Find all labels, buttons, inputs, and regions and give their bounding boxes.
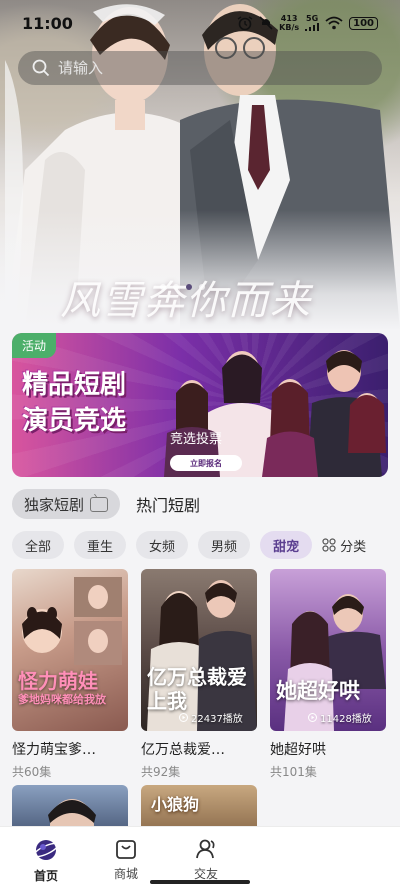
nav-home[interactable]: 首页 xyxy=(6,827,86,889)
carousel-dot-active[interactable] xyxy=(186,284,192,290)
battery-indicator: 100 xyxy=(349,16,378,30)
carousel-dots[interactable] xyxy=(160,284,205,290)
drama-poster[interactable]: 亿万总裁爱上我 22437播放 xyxy=(141,569,257,731)
play-icon xyxy=(308,713,317,722)
section-tabs: 独家短剧 热门短剧 xyxy=(12,489,200,519)
drama-title[interactable]: 她超好哄 xyxy=(270,739,386,759)
filter-chip-female[interactable]: 女频 xyxy=(136,531,189,559)
tab-hot[interactable]: 热门短剧 xyxy=(136,492,200,516)
search-icon xyxy=(32,59,50,77)
search-input[interactable] xyxy=(58,59,358,77)
play-count: 11428播放 xyxy=(308,710,372,725)
tv-icon xyxy=(90,496,109,512)
home-indicator[interactable] xyxy=(150,880,250,884)
filter-chip-male[interactable]: 男频 xyxy=(198,531,251,559)
promo-banner[interactable]: 活动 精品短剧 演员竞选 竞选投票 立即报名 xyxy=(12,333,388,477)
signal-indicator: 5G xyxy=(305,14,320,33)
play-count: 22437播放 xyxy=(179,710,243,725)
poster-title: 她超好哄 xyxy=(276,679,360,703)
poster-title: 怪力萌娃 爹地妈咪都给我放 xyxy=(18,669,106,706)
filter-chip-sweet[interactable]: 甜宠 xyxy=(260,531,313,559)
hero-title: 风雪奔你而来 xyxy=(60,278,312,324)
drama-card[interactable]: 她超好哄 11428播放 她超好哄 共101集 xyxy=(270,569,386,780)
filter-chip-rebirth[interactable]: 重生 xyxy=(74,531,127,559)
carousel-dot[interactable] xyxy=(173,284,179,290)
status-icons: 413 KB/s 5G 100 xyxy=(237,14,378,33)
drama-poster[interactable]: 她超好哄 11428播放 xyxy=(270,569,386,731)
banner-title: 精品短剧 演员竞选 xyxy=(22,370,127,436)
net-speed: 413 KB/s xyxy=(279,14,300,32)
drama-card[interactable]: 怪力萌娃 爹地妈咪都给我放 怪力萌宝爹… 共60集 xyxy=(12,569,128,780)
hero-carousel[interactable]: 风雪奔你而来 xyxy=(0,0,400,330)
filter-chip-all[interactable]: 全部 xyxy=(12,531,65,559)
signal-icon xyxy=(305,22,320,31)
drama-poster[interactable]: 怪力萌娃 爹地妈咪都给我放 xyxy=(12,569,128,731)
wifi-icon xyxy=(325,16,343,30)
filter-chips: 全部 重生 女频 男频 甜宠 分类 xyxy=(12,531,400,559)
drama-grid: 怪力萌娃 爹地妈咪都给我放 怪力萌宝爹… 共60集 亿万总裁爱上我 22437播… xyxy=(12,569,388,780)
signup-button[interactable]: 立即报名 xyxy=(170,455,242,471)
drama-episodes: 共60集 xyxy=(12,765,52,779)
planet-icon xyxy=(33,840,59,860)
tab-exclusive[interactable]: 独家短剧 xyxy=(12,489,121,519)
activity-badge: 活动 xyxy=(12,333,57,358)
drama-card[interactable]: 亿万总裁爱上我 22437播放 亿万总裁爱… 共92集 xyxy=(141,569,257,780)
drama-title[interactable]: 怪力萌宝爹… xyxy=(12,739,128,759)
play-icon xyxy=(179,713,188,722)
status-time: 11:00 xyxy=(22,13,73,33)
mute-icon xyxy=(259,16,273,30)
category-button[interactable]: 分类 xyxy=(322,531,366,559)
alarm-icon xyxy=(237,16,253,30)
drama-title[interactable]: 亿万总裁爱… xyxy=(141,739,257,759)
search-bar[interactable] xyxy=(18,51,382,85)
poster-title: 亿万总裁爱上我 xyxy=(147,665,247,713)
banner-subtitle: 竞选投票 xyxy=(170,432,223,447)
drama-episodes: 共92集 xyxy=(141,765,181,779)
poster-art xyxy=(284,594,386,731)
status-bar: 11:00 413 KB/s 5G 100 xyxy=(0,0,400,46)
carousel-dot[interactable] xyxy=(199,284,205,290)
poster-title: 小狼狗 xyxy=(151,795,200,814)
grid-icon xyxy=(322,538,336,552)
drama-episodes: 共101集 xyxy=(270,765,317,779)
carousel-dot[interactable] xyxy=(160,284,166,290)
shopping-bag-icon xyxy=(116,840,136,859)
friends-icon xyxy=(196,839,215,859)
